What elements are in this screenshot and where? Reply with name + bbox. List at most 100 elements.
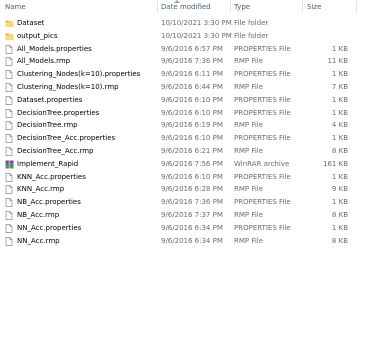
- file-row[interactable]: NB_Acc.rmp 9/6/2016 7:37 PM RMP File 8 KB: [0, 209, 370, 222]
- file-name: DecisionTree_Acc.rmp: [17, 146, 94, 155]
- file-type: PROPERTIES File: [234, 198, 291, 207]
- file-size: 1 KB: [331, 95, 348, 104]
- column-divider[interactable]: [356, 0, 357, 13]
- file-type: PROPERTIES File: [234, 70, 291, 79]
- archive-icon: [5, 160, 14, 169]
- file-name: DecisionTree_Acc.properties: [17, 134, 116, 143]
- column-header: Name Date modified Type Size: [0, 0, 370, 13]
- document-icon: [5, 134, 13, 144]
- file-row[interactable]: NN_Acc.properties 9/6/2016 6:34 PM PROPERT…: [0, 222, 370, 235]
- file-size: 1 KB: [331, 70, 348, 79]
- file-name: Dataset.properties: [17, 95, 83, 104]
- file-type: RMP File: [234, 82, 264, 91]
- file-name: DecisionTree.rmp: [17, 121, 78, 130]
- file-date-modified: 9/6/2016 6:19 PM: [161, 121, 223, 130]
- file-name: KNN_Acc.properties: [17, 172, 86, 181]
- column-header-date[interactable]: Date modified: [161, 2, 211, 13]
- file-name: output_pics: [17, 31, 58, 40]
- file-size: 8 KB: [331, 236, 348, 245]
- file-date-modified: 9/6/2016 6:44 PM: [161, 82, 223, 91]
- file-date-modified: 10/10/2021 3:30 PM: [161, 19, 232, 27]
- column-divider[interactable]: [230, 0, 231, 13]
- file-date-modified: 9/6/2016 6:21 PM: [161, 146, 223, 155]
- file-size: 1 KB: [331, 172, 348, 181]
- file-date-modified: 9/6/2016 6:10 PM: [161, 95, 223, 104]
- file-date-modified: 10/10/2021 3:30 PM: [161, 31, 232, 40]
- file-row[interactable]: Implement_Rapid 9/6/2016 7:56 PM WinRAR ar…: [0, 158, 370, 171]
- file-date-modified: 9/6/2016 6:11 PM: [161, 70, 223, 79]
- file-type: PROPERTIES File: [234, 172, 291, 181]
- file-row[interactable]: Dataset.properties 9/6/2016 6:10 PM PROPER…: [0, 94, 370, 107]
- file-type: RMP File: [234, 236, 264, 245]
- file-name: Implement_Rapid: [17, 159, 79, 168]
- file-size: 8 KB: [331, 146, 348, 155]
- file-row[interactable]: KNN_Acc.properties 9/6/2016 6:10 PM PROPER…: [0, 171, 370, 184]
- file-list: Dataset 10/10/2021 3:30 PM File folder outp…: [0, 17, 370, 247]
- file-type: PROPERTIES File: [234, 134, 291, 143]
- file-date-modified: 9/6/2016 7:36 PM: [161, 198, 223, 207]
- file-name: DecisionTree.properties: [17, 108, 100, 117]
- file-date-modified: 9/6/2016 7:37 PM: [161, 210, 223, 219]
- file-date-modified: 9/6/2016 6:10 PM: [161, 108, 223, 117]
- file-date-modified: 9/6/2016 6:10 PM: [161, 134, 223, 143]
- file-type: PROPERTIES File: [234, 223, 291, 232]
- document-icon: [5, 83, 13, 92]
- file-name: All_Models.rmp: [17, 57, 71, 66]
- file-date-modified: 9/6/2016 6:34 PM: [161, 223, 223, 232]
- file-row[interactable]: Dataset 10/10/2021 3:30 PM File folder: [0, 17, 370, 30]
- file-row[interactable]: DecisionTree.rmp 9/6/2016 6:19 PM RMP File…: [0, 119, 370, 132]
- file-row[interactable]: Clustering_Nodes(k=10).rmp 9/6/2016 6:44 …: [0, 81, 370, 94]
- file-date-modified: 9/6/2016 7:56 PM: [161, 159, 223, 168]
- file-row[interactable]: DecisionTree_Acc.rmp 9/6/2016 6:21 PM RMP …: [0, 145, 370, 158]
- file-type: RMP File: [234, 57, 264, 66]
- file-name: All_Models.properties: [17, 44, 92, 53]
- file-size: 161 KB: [323, 159, 348, 168]
- file-row[interactable]: output_pics 10/10/2021 3:30 PM File folder: [0, 30, 370, 43]
- column-header-size[interactable]: Size: [307, 2, 321, 13]
- file-name: NN_Acc.properties: [17, 223, 82, 232]
- document-icon: [5, 95, 13, 105]
- column-header-name[interactable]: Name: [5, 2, 26, 13]
- document-icon: [5, 147, 13, 156]
- file-row[interactable]: NB_Acc.properties 9/6/2016 7:36 PM PROPERT…: [0, 196, 370, 209]
- file-row[interactable]: KNN_Acc.rmp 9/6/2016 6:28 PM RMP File 9 KB: [0, 183, 370, 196]
- file-name: KNN_Acc.rmp: [17, 185, 65, 194]
- file-date-modified: 9/6/2016 6:34 PM: [161, 236, 223, 245]
- column-divider[interactable]: [157, 0, 158, 13]
- file-name: Clustering_Nodes(k=10).rmp: [17, 82, 119, 91]
- file-size: 7 KB: [331, 82, 348, 91]
- file-date-modified: 9/6/2016 6:10 PM: [161, 172, 223, 181]
- document-icon: [5, 198, 13, 208]
- document-icon: [5, 70, 13, 80]
- file-name: NN_Acc.rmp: [17, 236, 60, 245]
- file-type: PROPERTIES File: [234, 95, 291, 104]
- folder-icon: [5, 32, 14, 41]
- column-divider[interactable]: [302, 0, 303, 13]
- file-row[interactable]: NN_Acc.rmp 9/6/2016 6:34 PM RMP File 8 KB: [0, 235, 370, 248]
- document-icon: [5, 121, 13, 131]
- document-icon: [5, 185, 13, 195]
- column-header-type[interactable]: Type: [234, 2, 250, 13]
- document-icon: [5, 223, 13, 233]
- document-icon: [5, 57, 13, 67]
- file-row[interactable]: DecisionTree_Acc.properties 9/6/2016 6:10…: [0, 132, 370, 145]
- file-name: NB_Acc.properties: [17, 198, 81, 207]
- file-size: 4 KB: [331, 121, 348, 130]
- file-name: NB_Acc.rmp: [17, 210, 60, 219]
- file-name: Clustering_Nodes(k=10).properties: [17, 70, 141, 79]
- file-size: 1 KB: [331, 134, 348, 143]
- file-date-modified: 9/6/2016 6:57 PM: [161, 44, 223, 53]
- file-size: 11 KB: [327, 57, 348, 66]
- file-row[interactable]: All_Models.properties 9/6/2016 6:57 PM PRO…: [0, 43, 370, 56]
- file-type: WinRAR archive: [234, 159, 290, 168]
- file-row[interactable]: All_Models.rmp 9/6/2016 7:36 PM RMP File 11…: [0, 55, 370, 68]
- file-type: File folder: [234, 31, 269, 40]
- file-type: PROPERTIES File: [234, 108, 291, 117]
- file-row[interactable]: Clustering_Nodes(k=10).properties 9/6/201…: [0, 68, 370, 81]
- file-row[interactable]: DecisionTree.properties 9/6/2016 6:10 PM P…: [0, 107, 370, 120]
- document-icon: [5, 44, 13, 54]
- file-date-modified: 9/6/2016 6:28 PM: [161, 185, 223, 194]
- document-icon: [5, 108, 13, 118]
- file-type: PROPERTIES File: [234, 44, 291, 53]
- file-size: 1 KB: [331, 223, 348, 232]
